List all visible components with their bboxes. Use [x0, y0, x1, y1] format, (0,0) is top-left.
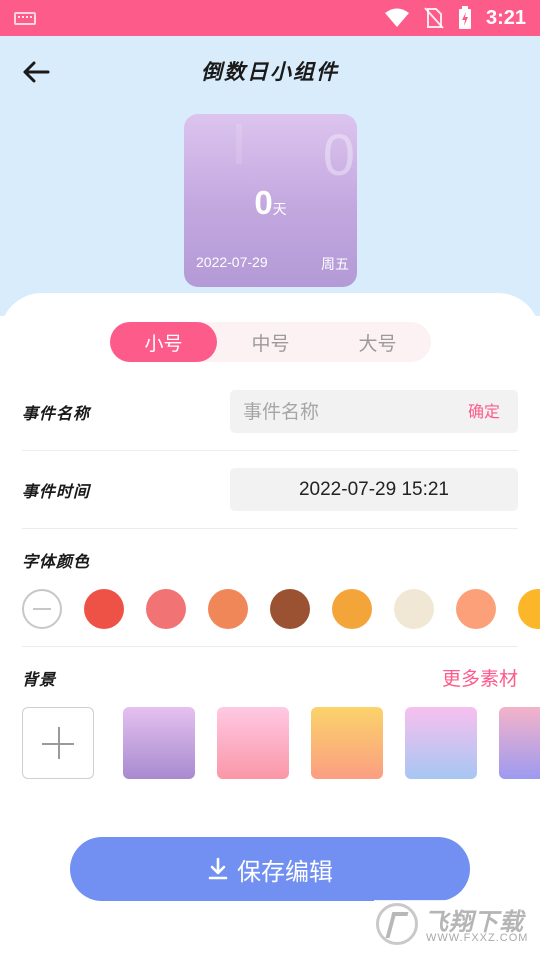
confirm-button[interactable]: 确定	[468, 390, 500, 433]
background-thumbnail[interactable]	[123, 707, 195, 779]
keyboard-icon	[14, 12, 36, 25]
wifi-icon	[384, 8, 409, 27]
page-title: 倒数日小组件	[201, 60, 339, 84]
more-materials-link[interactable]: 更多素材	[442, 664, 518, 691]
font-color-options	[22, 589, 540, 629]
background-thumbnail[interactable]	[311, 707, 383, 779]
font-color-swatch[interactable]	[146, 589, 186, 629]
status-icons: 3:21	[384, 0, 526, 36]
event-time-label: 事件时间	[22, 482, 91, 501]
widget-date: 2022-07-29	[196, 254, 268, 270]
widget-unit: 天	[272, 202, 287, 218]
battery-charging-icon	[458, 6, 471, 29]
status-time: 3:21	[485, 6, 526, 29]
font-color-label: 字体颜色	[22, 552, 91, 571]
tab-small[interactable]: 小号	[110, 322, 217, 362]
widget-decoration	[236, 124, 242, 164]
widget-weekday: 周五	[321, 257, 349, 273]
watermark-logo-icon	[376, 903, 418, 945]
font-color-swatch[interactable]	[270, 589, 310, 629]
font-color-none[interactable]	[22, 589, 62, 629]
event-time-picker[interactable]: 2022-07-29 15:21	[230, 468, 518, 511]
background-label: 背景	[22, 670, 57, 689]
background-thumbnail[interactable]	[499, 707, 540, 779]
download-icon	[208, 857, 228, 880]
tab-medium[interactable]: 中号	[217, 322, 324, 362]
event-name-box: 确定	[230, 390, 518, 433]
font-color-swatch[interactable]	[456, 589, 496, 629]
background-options	[22, 707, 540, 779]
font-color-swatch[interactable]	[518, 589, 540, 629]
background-thumbnail[interactable]	[217, 707, 289, 779]
size-tabs: 小号 中号 大号	[110, 322, 431, 362]
background-thumbnail[interactable]	[405, 707, 477, 779]
font-color-swatch[interactable]	[332, 589, 372, 629]
event-name-label: 事件名称	[22, 404, 91, 423]
widget-countdown: 0天	[184, 184, 357, 222]
font-color-swatch[interactable]	[394, 589, 434, 629]
tab-large[interactable]: 大号	[324, 322, 431, 362]
widget-preview: 0 0天 2022-07-29 周五	[184, 114, 357, 287]
save-button[interactable]: 保存编辑	[70, 837, 470, 901]
divider	[22, 450, 518, 451]
divider	[22, 646, 518, 647]
event-name-input[interactable]	[230, 390, 450, 433]
save-button-label: 保存编辑	[237, 857, 333, 886]
no-sim-icon	[424, 7, 444, 29]
watermark-url: WWW.FXXZ.COM	[426, 932, 529, 944]
status-bar: 3:21	[0, 0, 540, 36]
watermark: 飞翔下载 WWW.FXXZ.COM	[374, 900, 532, 948]
font-color-swatch[interactable]	[84, 589, 124, 629]
add-background-button[interactable]	[22, 707, 94, 779]
font-color-swatch[interactable]	[208, 589, 248, 629]
widget-count: 0	[254, 184, 273, 221]
widget-background-digit: 0	[322, 123, 355, 188]
divider	[22, 528, 518, 529]
